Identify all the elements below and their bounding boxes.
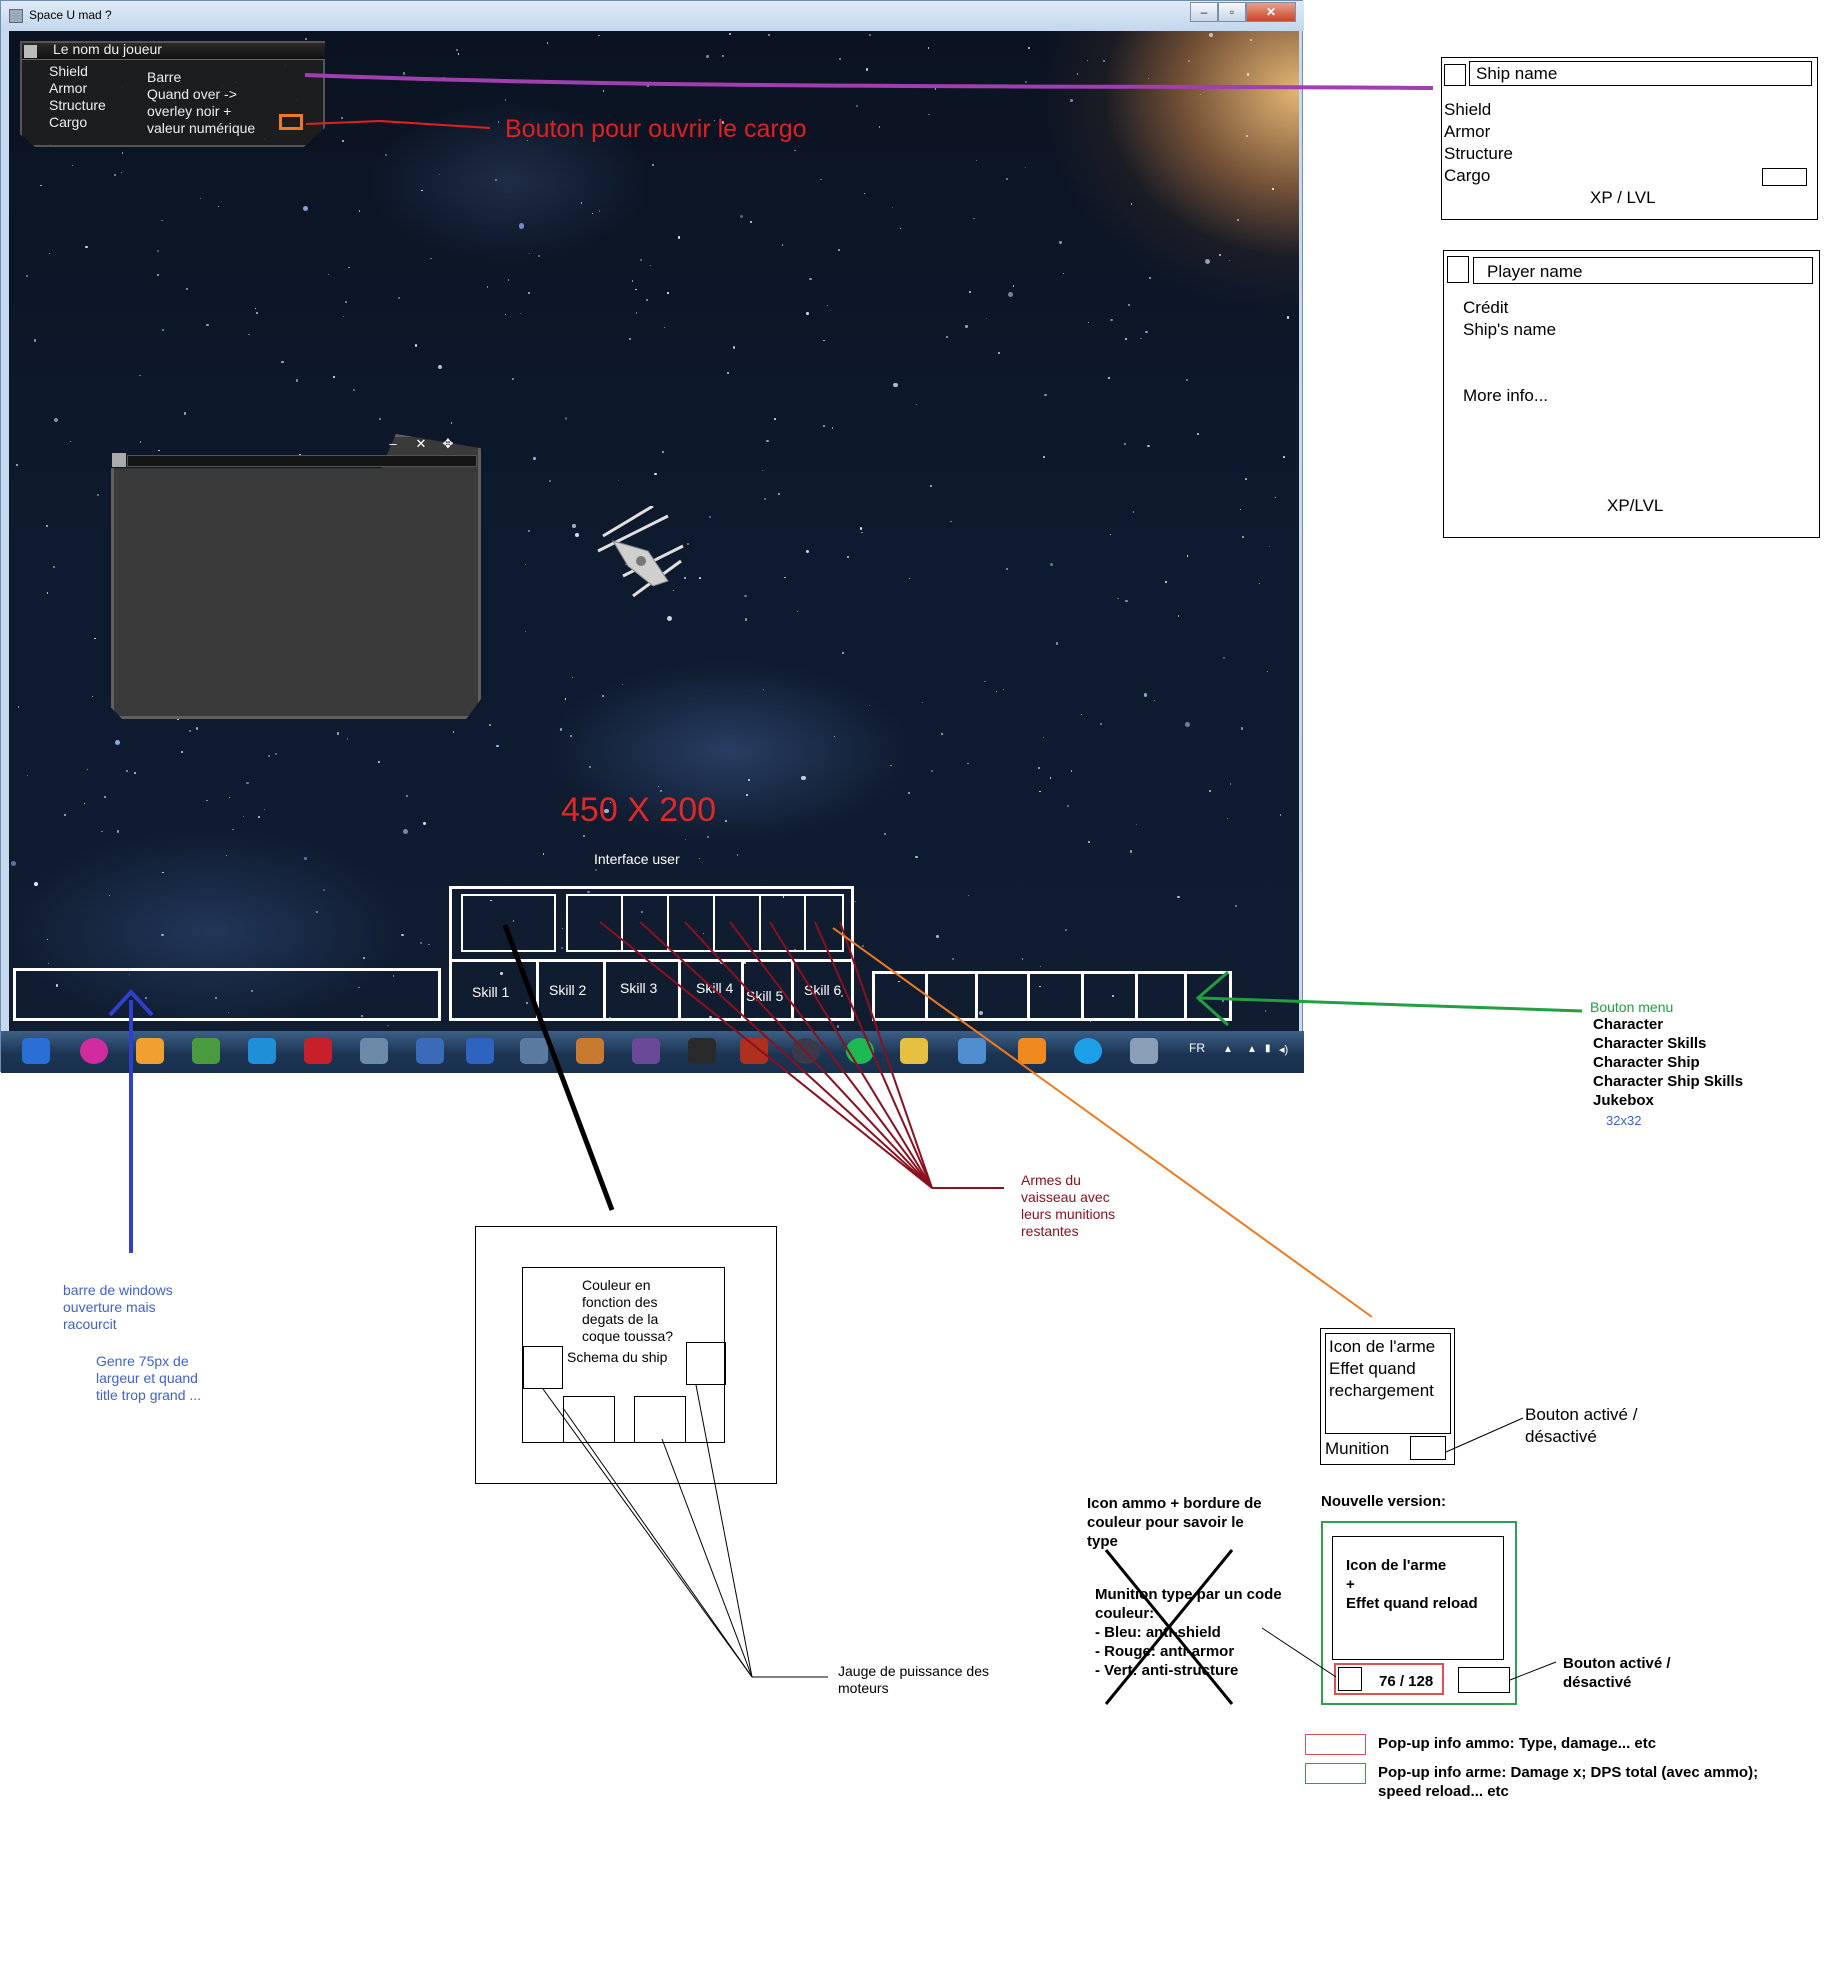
annotation-lines xyxy=(108,73,1583,1705)
